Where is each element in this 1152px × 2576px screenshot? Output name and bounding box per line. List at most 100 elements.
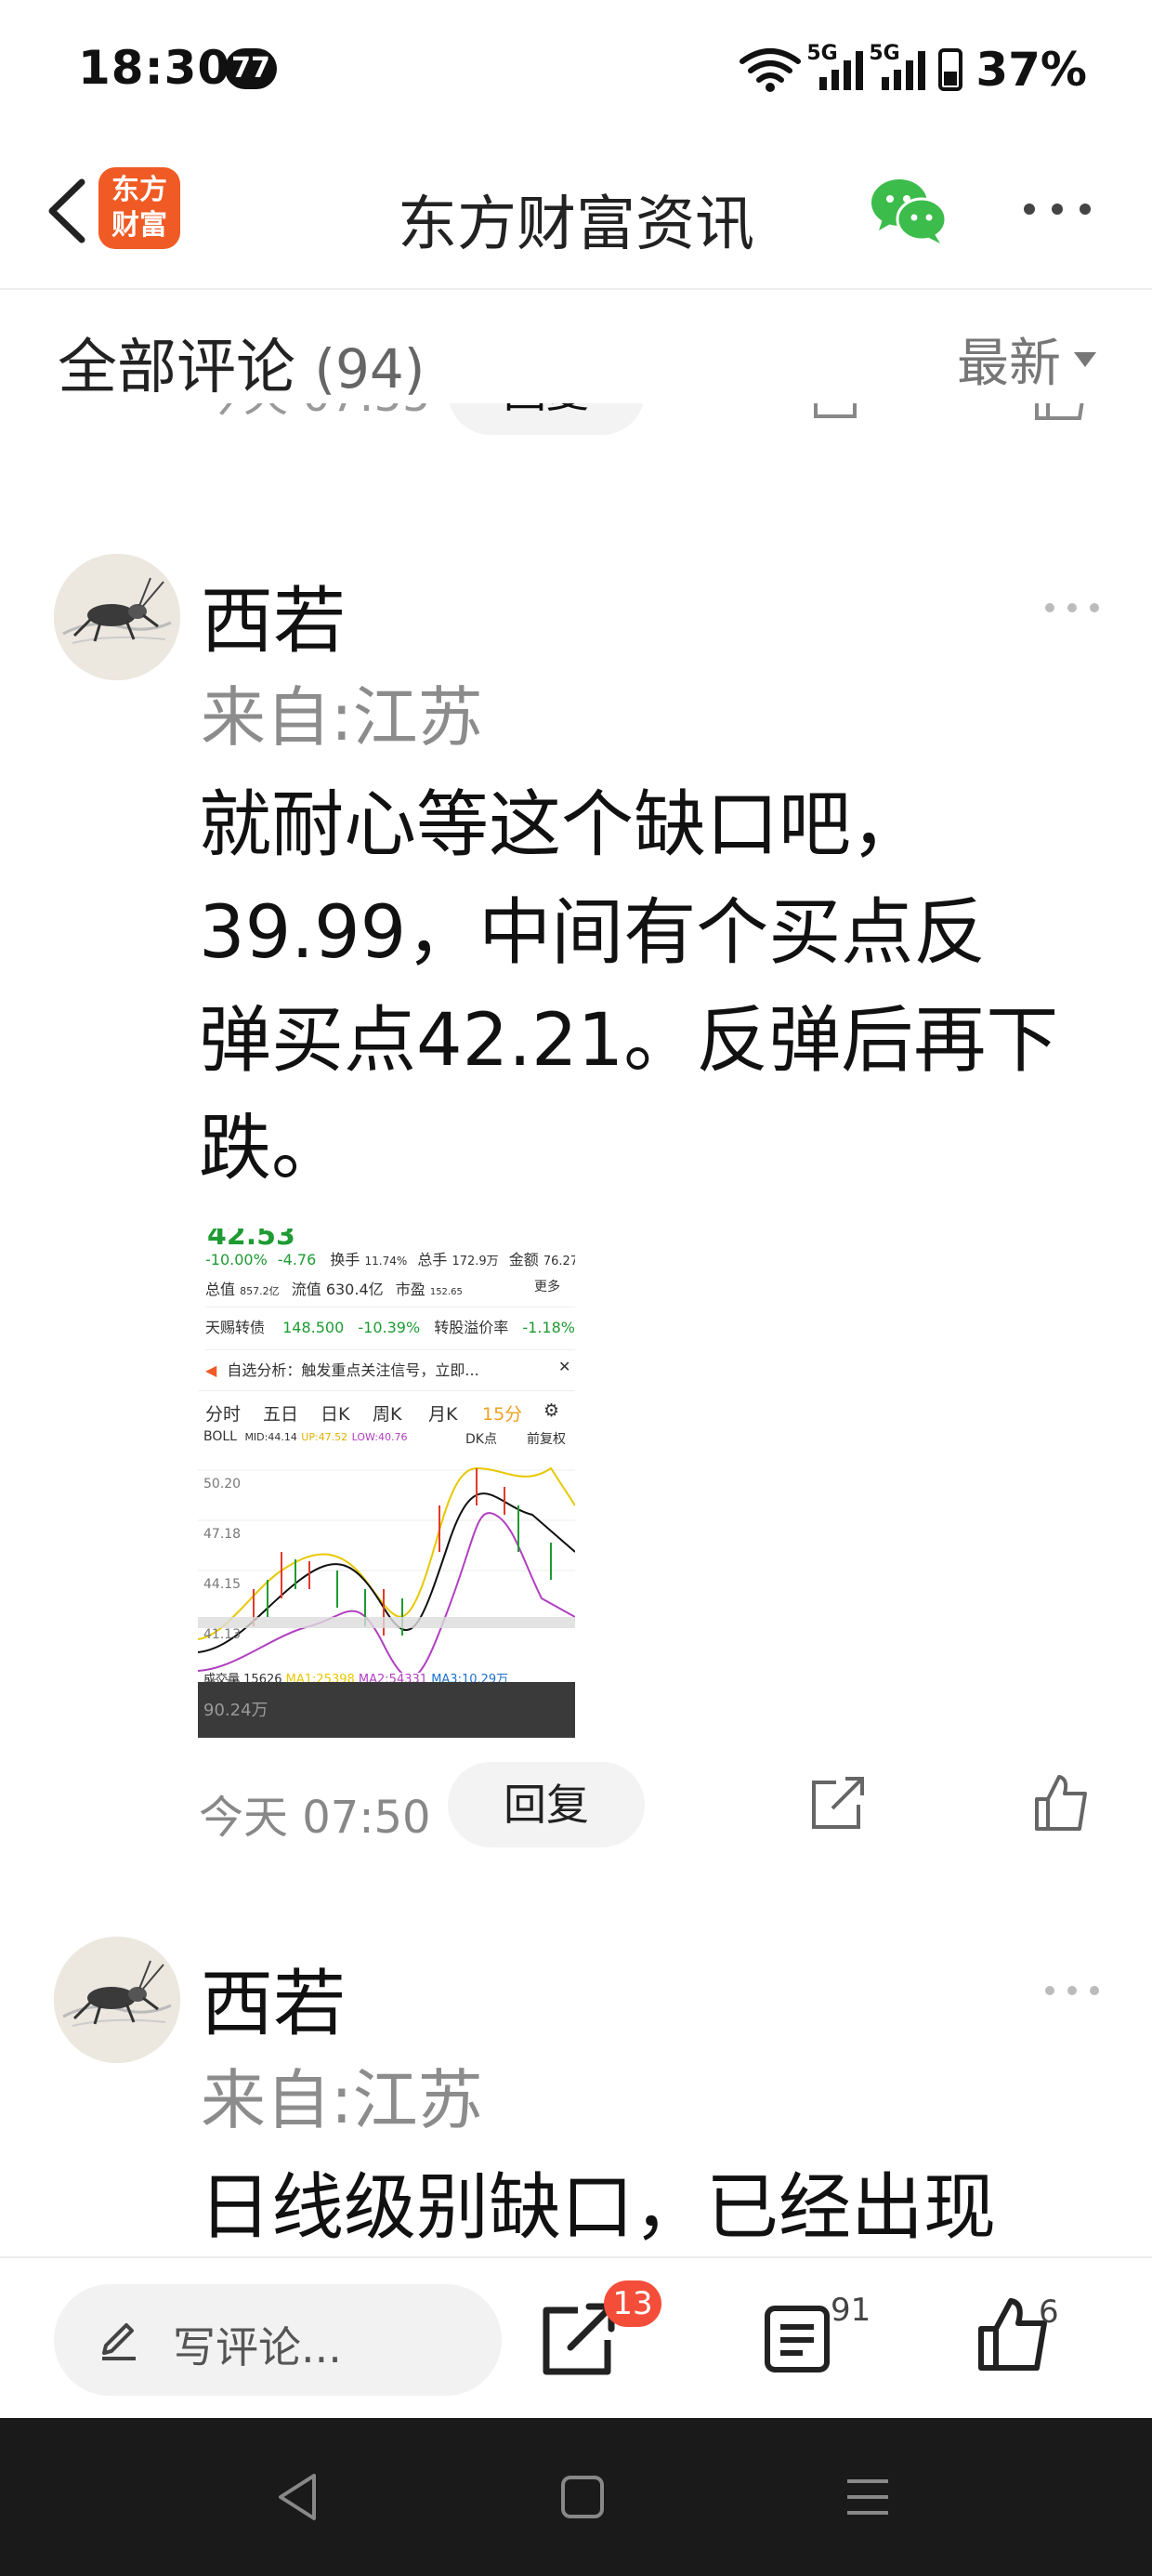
chart-value: 11.74% xyxy=(364,1255,408,1268)
system-navigation-bar xyxy=(0,2418,1152,2576)
comments-count-label: 91 xyxy=(831,2292,871,2329)
chart-quote-row1: -10.00% -4.76 换手 11.74% 总手 172.9万 金额 76.… xyxy=(205,1247,575,1269)
pencil-icon xyxy=(102,2323,136,2360)
status-icons: 5G 5G 37% xyxy=(740,37,1087,102)
reply-button[interactable]: 回复 xyxy=(448,1762,645,1847)
caret-down-icon xyxy=(1074,351,1096,367)
sort-label: 最新 xyxy=(957,334,1061,394)
chart-pct: -10.00% xyxy=(205,1251,268,1268)
chart-tabs: 分时 五日 日K 周K 月K 15分 ⚙ xyxy=(198,1390,575,1425)
chart-label: 换手 xyxy=(330,1251,360,1268)
comments-header: 全部评论 (94) 最新 xyxy=(0,292,1152,403)
chart-y-label: 50.20 xyxy=(203,1477,242,1492)
share-icon[interactable] xyxy=(808,1773,868,1833)
network-label-2: 5G xyxy=(869,42,900,65)
comment-image-stock-chart[interactable]: 42.53 -10.00% -4.76 换手 11.74% 总手 172.9万 … xyxy=(198,1229,575,1738)
comment-text-line: 日线级别缺口，已经出现 xyxy=(199,2166,997,2250)
nav-home-icon[interactable] xyxy=(559,2474,606,2520)
comment-username[interactable]: 西若 xyxy=(201,563,346,667)
chart-value: 152.65 xyxy=(429,1287,463,1297)
more-options-icon[interactable] xyxy=(1022,195,1093,223)
chart-low: LOW:40.76 xyxy=(351,1431,408,1443)
comments-title: 全部评论 (94) xyxy=(58,320,425,405)
comments-list-icon[interactable] xyxy=(760,2301,834,2375)
comment-text-line: 弹买点42.21。反弹后再下 xyxy=(199,999,1059,1083)
chart-fq: 前复权 xyxy=(527,1432,566,1447)
write-comment-placeholder: 写评论... xyxy=(173,2322,342,2372)
avatar[interactable] xyxy=(54,1937,180,2063)
chart-y-label: 44.15 xyxy=(203,1577,242,1592)
chart-more: 更多 xyxy=(534,1280,560,1295)
comment-username[interactable]: 西若 xyxy=(201,1946,346,2050)
settings-icon: ⚙ xyxy=(543,1400,560,1421)
chart-value: -1.18% xyxy=(522,1319,575,1336)
chart-label: 天赐转债 xyxy=(205,1319,266,1336)
comments-title-text: 全部评论 xyxy=(58,334,295,402)
speaker-icon: ◀ xyxy=(205,1361,217,1379)
chart-label: 金额 xyxy=(508,1251,539,1268)
comment-item: 西若 来自:江苏 日线级别缺口，已经出现 xyxy=(0,1937,1152,2256)
chart-tab: 日K xyxy=(321,1404,350,1425)
comment-location: 来自:江苏 xyxy=(201,2062,483,2138)
comments-count: (94) xyxy=(314,337,425,401)
share-count-badge: 13 xyxy=(604,2280,661,2327)
chart-notice-text: 自选分析：触发重点关注信号，立即... xyxy=(227,1361,479,1379)
chart-up: UP:47.52 xyxy=(301,1431,348,1443)
chart-chg: -4.76 xyxy=(277,1251,317,1268)
wifi-icon xyxy=(740,48,802,92)
avatar-image xyxy=(54,554,180,680)
chart-vol-axis: 90.24万 xyxy=(203,1701,268,1720)
close-icon: ✕ xyxy=(558,1358,571,1375)
top-nav-bar: 东方 财富 东方财富资讯 xyxy=(0,139,1152,290)
comment-more-icon[interactable] xyxy=(1044,598,1100,617)
chart-label: 市盈 xyxy=(395,1281,425,1298)
chart-label: 总手 xyxy=(417,1251,448,1268)
status-time: 18:30 xyxy=(78,41,231,95)
cell-signal-icon-1: 5G xyxy=(806,42,864,90)
chart-volume-area: 90.24万 xyxy=(198,1682,575,1738)
chart-tab: 月K xyxy=(428,1404,458,1425)
chart-label: 流值 xyxy=(291,1281,321,1298)
like-count-label: 6 xyxy=(1039,2293,1059,2331)
chart-indicator: BOLL xyxy=(203,1429,237,1444)
comment-item: 西若 来自:江苏 就耐心等这个缺口吧， 39.99，中间有个买点反 弹买点42.… xyxy=(0,554,1152,1873)
battery-percent: 37% xyxy=(975,43,1087,97)
nav-menu-icon[interactable] xyxy=(844,2476,892,2518)
battery-icon xyxy=(938,48,963,91)
like-icon[interactable] xyxy=(1031,1773,1091,1833)
avatar-image xyxy=(54,1937,180,2063)
write-comment-input[interactable]: 写评论... xyxy=(54,2284,502,2396)
chart-value: -10.39% xyxy=(358,1319,421,1336)
chart-dk: DK点 xyxy=(465,1432,497,1447)
chart-value: 76.27亿 xyxy=(543,1255,575,1268)
sort-dropdown[interactable]: 最新 xyxy=(957,322,1096,397)
chart-tab: 分时 xyxy=(205,1404,242,1425)
chart-tab-active: 15分 xyxy=(482,1404,523,1425)
chart-value: 172.9万 xyxy=(452,1255,499,1268)
chart-indicator-row: BOLL MID:44.14 UP:47.52 LOW:40.76 DK点 前复… xyxy=(203,1429,575,1447)
chart-label: 转股溢价率 xyxy=(434,1319,509,1336)
comment-time: 今天 07:50 xyxy=(199,1792,431,1844)
comment-text-line: 就耐心等这个缺口吧， xyxy=(199,783,924,867)
nav-back-icon[interactable] xyxy=(275,2472,320,2522)
comment-text: 日线级别缺口，已经出现 xyxy=(199,2154,1109,2256)
chart-mid: MID:44.14 xyxy=(244,1431,297,1443)
chart-notice: ◀ 自选分析：触发重点关注信号，立即... ✕ xyxy=(205,1349,575,1380)
chart-value: 148.500 xyxy=(282,1319,345,1336)
cell-signal-icon-2: 5G xyxy=(869,42,926,90)
chart-y-label: 41.13 xyxy=(203,1627,242,1642)
wechat-icon[interactable] xyxy=(870,177,948,245)
chart-bond-row: 天赐转债 148.500 -10.39% 转股溢价率 -1.18% xyxy=(205,1307,575,1337)
network-label-1: 5G xyxy=(806,42,838,65)
comment-text-line: 跌。 xyxy=(199,1107,345,1190)
chart-tab: 五日 xyxy=(263,1404,299,1425)
chart-tab: 周K xyxy=(373,1404,402,1425)
chart-value: 630.4亿 xyxy=(325,1281,384,1298)
comment-text: 就耐心等这个缺口吧， 39.99，中间有个买点反 弹买点42.21。反弹后再下 … xyxy=(199,771,1109,1203)
comment-location: 来自:江苏 xyxy=(201,679,483,756)
chart-value: 857.2亿 xyxy=(240,1285,280,1297)
page-title: 东方财富资讯 xyxy=(398,191,754,259)
comment-more-icon[interactable] xyxy=(1044,1981,1100,2000)
avatar[interactable] xyxy=(54,554,180,680)
chart-label: 总值 xyxy=(205,1281,236,1298)
